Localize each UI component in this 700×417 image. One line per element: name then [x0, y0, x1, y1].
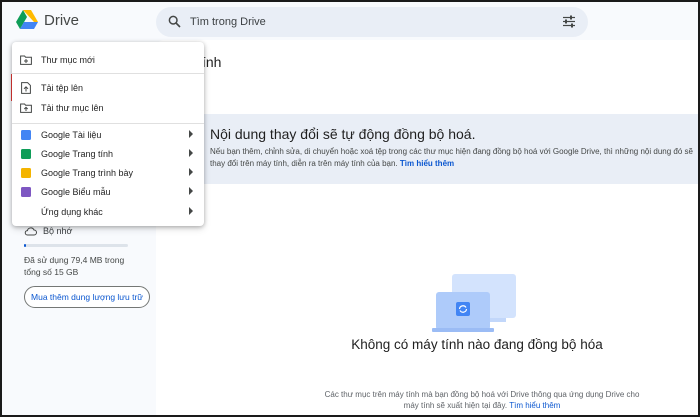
menu-label: Google Trang trình bày [41, 167, 134, 178]
menu-item-upload-folder[interactable]: Tải thư mục lên [12, 98, 204, 117]
chevron-right-icon [189, 207, 193, 215]
sync-info-banner: Nội dung thay đổi sẽ tự động đồng bộ hoá… [202, 114, 698, 184]
google-docs-icon [21, 129, 31, 140]
storage-label: Bộ nhớ [43, 226, 73, 236]
empty-state-text: Các thư mục trên máy tính mà bạn đồng bộ… [324, 390, 640, 410]
menu-label: Thư mục mới [41, 54, 95, 65]
storage-progress-fill [24, 244, 26, 247]
search-icon[interactable] [168, 15, 181, 28]
menu-label: Google Biểu mẫu [41, 186, 111, 197]
menu-item-upload-file[interactable]: Tải tệp lên [12, 78, 204, 97]
drive-logo[interactable]: Drive [16, 10, 79, 30]
google-sheets-icon [21, 148, 31, 159]
google-forms-icon [21, 186, 31, 197]
empty-state-description: Các thư mục trên máy tính mà bạn đồng bộ… [322, 389, 642, 411]
menu-item-google-sheets[interactable]: Google Trang tính [12, 144, 204, 163]
search-input[interactable] [190, 12, 520, 32]
google-drive-logo-icon [16, 10, 38, 29]
empty-state-learn-more-link[interactable]: Tìm hiểu thêm [509, 401, 560, 410]
folder-upload-icon [20, 103, 32, 113]
drive-window: Drive ính Nội dung thay đổi sẽ tự động đ… [0, 0, 700, 417]
menu-item-more-apps[interactable]: Ứng dụng khác [12, 202, 204, 221]
storage-usage-text: Đã sử dụng 79,4 MB trong tổng số 15 GB [24, 255, 125, 277]
menu-label: Tải tệp lên [41, 82, 84, 93]
buy-storage-button[interactable]: Mua thêm dung lượng lưu trữ [24, 286, 150, 308]
storage-progress-bar [24, 244, 128, 247]
menu-label: Google Trang tính [41, 148, 114, 159]
menu-item-google-slides[interactable]: Google Trang trình bày [12, 163, 204, 182]
menu-label: Ứng dụng khác [41, 206, 103, 217]
menu-item-google-docs[interactable]: Google Tài liệu [12, 125, 204, 144]
folder-plus-icon [20, 55, 32, 65]
page-title: ính [202, 54, 222, 70]
new-item-menu: Thư mục mới Tải tệp lên Tải thư mục lên … [12, 42, 204, 226]
sidebar-item-storage[interactable]: Bộ nhớ [24, 226, 72, 236]
chevron-right-icon [189, 130, 193, 138]
banner-description: Nếu bạn thêm, chỉnh sửa, di chuyển hoặc … [210, 146, 698, 170]
menu-item-new-folder[interactable]: Thư mục mới [12, 50, 204, 69]
chevron-right-icon [189, 149, 193, 157]
file-upload-icon [21, 81, 31, 94]
chevron-right-icon [189, 187, 193, 195]
computers-illustration [432, 274, 516, 332]
banner-title: Nội dung thay đổi sẽ tự động đồng bộ hoá… [210, 126, 476, 142]
menu-label: Tải thư mục lên [41, 102, 104, 113]
app-name: Drive [44, 11, 80, 29]
cloud-icon [24, 227, 37, 236]
empty-state-title: Không có máy tính nào đang đồng bộ hóa [351, 337, 603, 352]
menu-label: Google Tài liệu [41, 129, 102, 140]
search-bar[interactable] [156, 7, 588, 37]
tune-icon[interactable] [562, 15, 576, 28]
menu-item-google-forms[interactable]: Google Biểu mẫu [12, 182, 204, 201]
google-slides-icon [21, 167, 31, 178]
banner-learn-more-link[interactable]: Tìm hiểu thêm [400, 159, 454, 168]
menu-divider [12, 123, 204, 124]
main-content: ính Nội dung thay đổi sẽ tự động đồng bộ… [156, 40, 698, 415]
chevron-right-icon [189, 168, 193, 176]
menu-divider [12, 73, 204, 74]
